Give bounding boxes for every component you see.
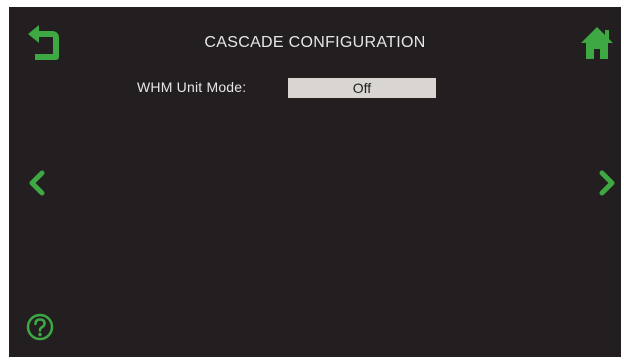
chevron-right-icon bbox=[595, 168, 619, 198]
home-button[interactable] bbox=[579, 25, 615, 61]
help-icon bbox=[26, 313, 54, 341]
chevron-left-icon bbox=[25, 168, 49, 198]
cascade-configuration-screen: CASCADE CONFIGURATION WHM Unit Mode: Off bbox=[9, 7, 621, 357]
previous-page-button[interactable] bbox=[25, 168, 49, 198]
help-button[interactable] bbox=[26, 313, 54, 341]
page-title: CASCADE CONFIGURATION bbox=[204, 34, 426, 51]
home-icon bbox=[579, 25, 615, 61]
whm-unit-mode-label: WHM Unit Mode: bbox=[137, 79, 247, 95]
whm-unit-mode-field[interactable]: Off bbox=[288, 78, 436, 98]
next-page-button[interactable] bbox=[595, 168, 619, 198]
